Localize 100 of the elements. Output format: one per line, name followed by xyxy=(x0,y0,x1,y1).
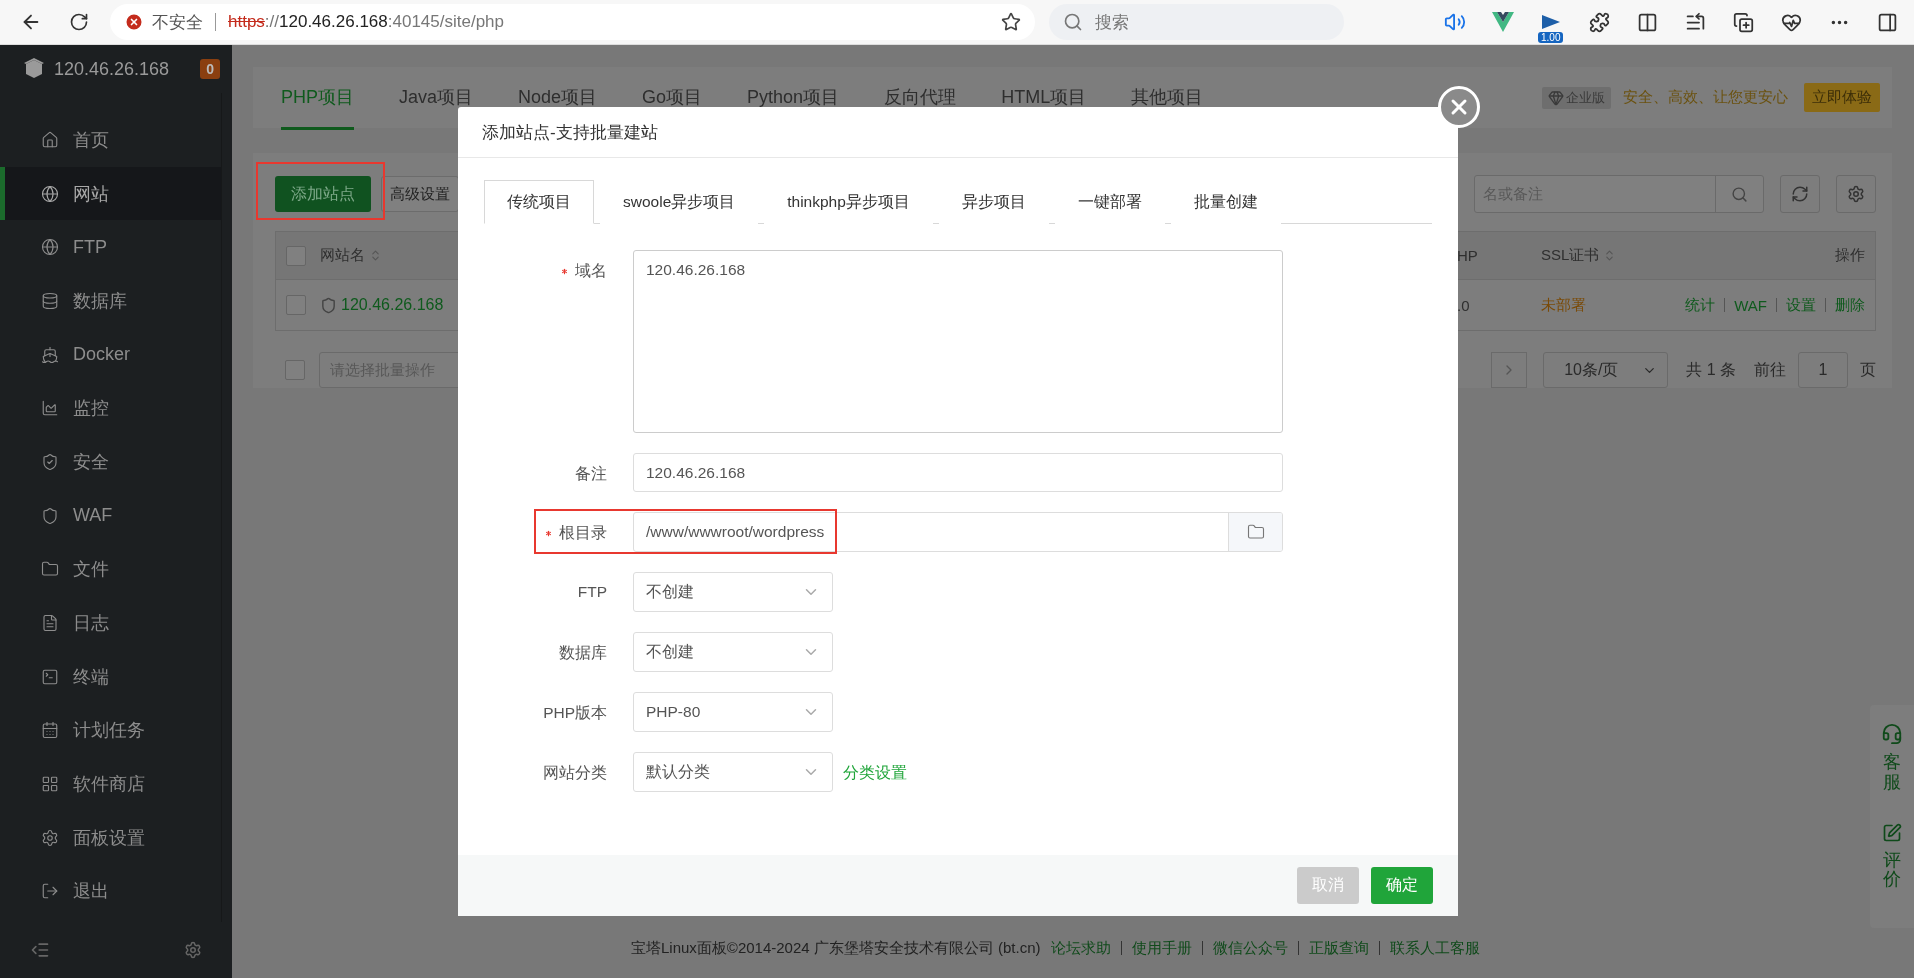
footer-link[interactable]: 使用手册 xyxy=(1131,938,1192,958)
domain-field[interactable]: 120.46.26.168 xyxy=(633,250,1283,433)
footer-link[interactable]: 正版查询 xyxy=(1308,938,1369,958)
site-name-link[interactable]: 120.46.26.168 xyxy=(341,296,444,314)
dialog-tab[interactable]: 传统项目 xyxy=(484,180,594,224)
advanced-settings-button[interactable]: 高级设置 xyxy=(381,176,459,212)
sidebar-item[interactable]: Docker xyxy=(0,327,221,382)
collections-icon[interactable] xyxy=(1732,11,1754,33)
file-icon xyxy=(41,614,59,633)
collapse-icon[interactable] xyxy=(30,940,50,960)
page-size-select[interactable]: 10条/页 xyxy=(1543,352,1669,388)
select-field[interactable]: 不创建 xyxy=(633,632,833,672)
field-label: 网站分类 xyxy=(543,763,607,783)
settings-icon xyxy=(41,828,59,847)
field-label: PHP版本 xyxy=(543,703,607,723)
shield-icon xyxy=(320,296,337,314)
column-header: HP xyxy=(1457,247,1479,264)
sidebar-item[interactable]: 面板设置 xyxy=(0,810,221,865)
grid-icon xyxy=(41,775,59,794)
server-host: 120.46.26.168 xyxy=(54,58,171,80)
address-bar[interactable]: 不安全 https://120.46.26.168:40145/site/php xyxy=(110,4,1035,40)
field-label: 备注 xyxy=(575,464,607,484)
path-field[interactable]: /www/wwwroot/wordpress xyxy=(633,512,1283,552)
add-site-button[interactable]: 添加站点 xyxy=(275,176,371,212)
headset-icon[interactable] xyxy=(1881,723,1903,745)
folder-icon xyxy=(41,560,59,579)
sidebar-item[interactable]: WAF xyxy=(0,488,221,543)
sidebar-item[interactable]: 文件 xyxy=(0,542,221,597)
sidebar-item[interactable]: 监控 xyxy=(0,381,221,436)
page-suffix: 页 xyxy=(1860,359,1876,380)
search-field[interactable]: 搜索 xyxy=(1049,4,1344,40)
favorites-icon[interactable] xyxy=(1684,11,1706,33)
sidebar-item[interactable]: 日志 xyxy=(0,596,221,650)
extension-badge: 1.00 xyxy=(1538,32,1564,43)
logo-icon xyxy=(24,58,44,80)
edit-icon[interactable] xyxy=(1882,822,1902,843)
sidebar-item[interactable]: 网站 xyxy=(0,166,221,221)
ssl-status: 未部署 xyxy=(1541,295,1586,315)
settings-icon[interactable] xyxy=(184,941,202,959)
terminal-icon xyxy=(41,667,59,686)
category-settings-link[interactable]: 分类设置 xyxy=(843,763,907,784)
field-label: 数据库 xyxy=(559,643,607,663)
sidebar-item[interactable]: 退出 xyxy=(0,864,221,919)
select-field[interactable]: 不创建 xyxy=(633,572,833,612)
footer-link[interactable]: 联系人工客服 xyxy=(1389,938,1480,958)
checkbox[interactable] xyxy=(285,360,305,380)
search-placeholder: 搜索 xyxy=(1095,11,1129,34)
confirm-button[interactable]: 确定 xyxy=(1371,867,1433,904)
search-icon[interactable] xyxy=(1731,185,1748,203)
speaker-icon[interactable] xyxy=(1444,11,1466,33)
goto-label: 前往 xyxy=(1754,359,1786,380)
globe-icon xyxy=(41,238,59,257)
action-link[interactable]: 统计 xyxy=(1685,295,1716,315)
dialog-title: 添加站点-支持批量建站 xyxy=(482,121,658,144)
checkbox[interactable] xyxy=(286,295,306,315)
field-label: 域名 xyxy=(575,261,607,281)
trial-button[interactable]: 立即体验 xyxy=(1804,83,1880,112)
folder-icon[interactable] xyxy=(1246,523,1265,541)
checkbox[interactable] xyxy=(286,245,306,266)
globe-icon xyxy=(41,184,59,203)
sidebar-item[interactable]: 数据库 xyxy=(0,274,221,328)
shield-icon xyxy=(41,452,59,471)
split-icon[interactable] xyxy=(1636,11,1658,33)
project-tab[interactable]: Java项目 xyxy=(399,65,474,130)
search-icon xyxy=(1063,12,1083,32)
total-count: 共 1 条 xyxy=(1686,359,1736,380)
footer-link[interactable]: 论坛求助 xyxy=(1050,938,1111,958)
warning-icon xyxy=(124,12,144,32)
star-icon[interactable] xyxy=(1001,12,1021,32)
float-label[interactable]: 客服 xyxy=(1883,753,1901,793)
refresh-icon[interactable] xyxy=(1791,185,1809,203)
project-tab[interactable]: PHP项目 xyxy=(281,65,354,130)
sidebar-item[interactable]: 软件商店 xyxy=(0,757,221,811)
promo-text: 安全、高效、让您更安心 xyxy=(1623,88,1788,107)
database-icon xyxy=(41,291,59,310)
action-link[interactable]: 设置 xyxy=(1786,295,1816,315)
sidebar-item[interactable]: 终端 xyxy=(0,649,221,704)
reload-icon[interactable] xyxy=(69,12,89,32)
message-count[interactable]: 0 xyxy=(200,59,220,79)
diamond-icon xyxy=(1548,89,1564,106)
logo-icon[interactable] xyxy=(1492,12,1514,32)
input-field[interactable]: 120.46.26.168 xyxy=(633,453,1283,492)
table-cell-text: .0 xyxy=(1457,296,1471,314)
page-input[interactable]: 1 xyxy=(1798,352,1848,388)
float-label[interactable]: 评价 xyxy=(1883,850,1901,891)
select-field[interactable]: PHP-80 xyxy=(633,692,833,732)
settings-icon[interactable] xyxy=(1847,185,1865,203)
footer-link[interactable]: 微信公众号 xyxy=(1212,938,1288,958)
home-icon xyxy=(41,130,59,149)
column-header: 网站名 xyxy=(320,246,382,265)
puzzle-icon[interactable] xyxy=(1588,11,1610,33)
field-label: FTP xyxy=(577,583,607,601)
sidebar-item[interactable]: FTP xyxy=(0,220,221,275)
action-link[interactable]: 删除 xyxy=(1835,295,1865,315)
sidebar-item[interactable]: 安全 xyxy=(0,435,221,489)
sidebar-icon[interactable] xyxy=(1876,11,1898,33)
copyright-text: 宝塔Linux面板©2014-2024 广东堡塔安全技术有限公司 (bt.cn) xyxy=(631,938,1041,958)
sidebar-item[interactable]: 计划任务 xyxy=(0,703,221,758)
select-field[interactable]: 默认分类 xyxy=(633,752,833,792)
sidebar-item[interactable]: 首页 xyxy=(0,113,221,167)
